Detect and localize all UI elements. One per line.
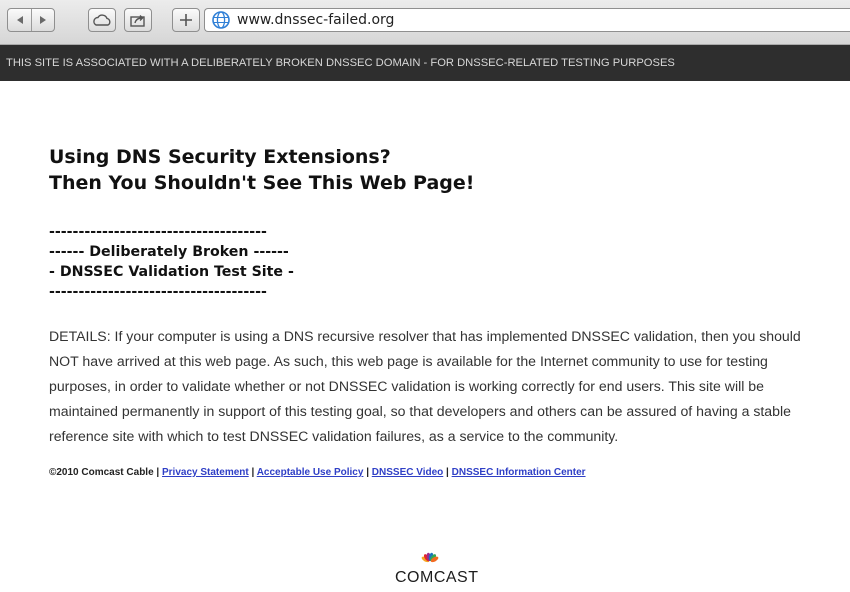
forward-button[interactable] — [31, 9, 54, 31]
dnssec-video-link[interactable]: DNSSEC Video — [372, 467, 444, 478]
heading-line-2: Then You Shouldn't See This Web Page! — [49, 172, 475, 194]
acceptable-use-policy-link[interactable]: Acceptable Use Policy — [257, 467, 364, 478]
details-paragraph: DETAILS: If your computer is using a DNS… — [49, 328, 801, 444]
add-tab-button[interactable] — [172, 8, 200, 32]
heading-line-1: Using DNS Security Extensions? — [49, 146, 391, 168]
forward-icon — [39, 16, 46, 24]
back-button[interactable] — [8, 9, 31, 31]
back-forward-group — [7, 8, 55, 32]
footer-links: ©2010 Comcast Cable | Privacy Statement … — [49, 467, 586, 478]
cloud-icon — [93, 14, 111, 26]
browser-toolbar: www.dnssec-failed.org — [0, 0, 850, 45]
back-icon — [16, 16, 23, 24]
subtitle-line: ------------------------------------- — [49, 284, 267, 300]
main-content: Using DNS Security Extensions? Then You … — [49, 144, 825, 478]
subtitle-line: - DNSSEC Validation Test Site - — [49, 264, 294, 280]
address-bar[interactable]: www.dnssec-failed.org — [204, 8, 850, 32]
peacock-icon — [421, 552, 439, 563]
subtitle-line: ------ Deliberately Broken ------ — [49, 244, 289, 260]
privacy-statement-link[interactable]: Privacy Statement — [162, 467, 249, 478]
copyright-text: ©2010 Comcast Cable — [49, 467, 154, 478]
dnssec-information-center-link[interactable]: DNSSEC Information Center — [452, 467, 586, 478]
warning-banner: THIS SITE IS ASSOCIATED WITH A DELIBERAT… — [0, 45, 850, 81]
page-heading: Using DNS Security Extensions? Then You … — [49, 144, 825, 196]
logo-text: COMCAST — [395, 569, 479, 586]
icloud-tabs-button[interactable] — [88, 8, 116, 32]
share-button[interactable] — [124, 8, 152, 32]
subtitle-block: ------------------------------------- --… — [49, 222, 825, 302]
comcast-logo: COMCAST — [395, 549, 479, 587]
url-text: www.dnssec-failed.org — [237, 12, 395, 28]
subtitle-line: ------------------------------------- — [49, 224, 267, 240]
globe-icon — [212, 11, 230, 29]
share-icon — [130, 15, 145, 27]
add-tab-icon — [180, 14, 192, 26]
